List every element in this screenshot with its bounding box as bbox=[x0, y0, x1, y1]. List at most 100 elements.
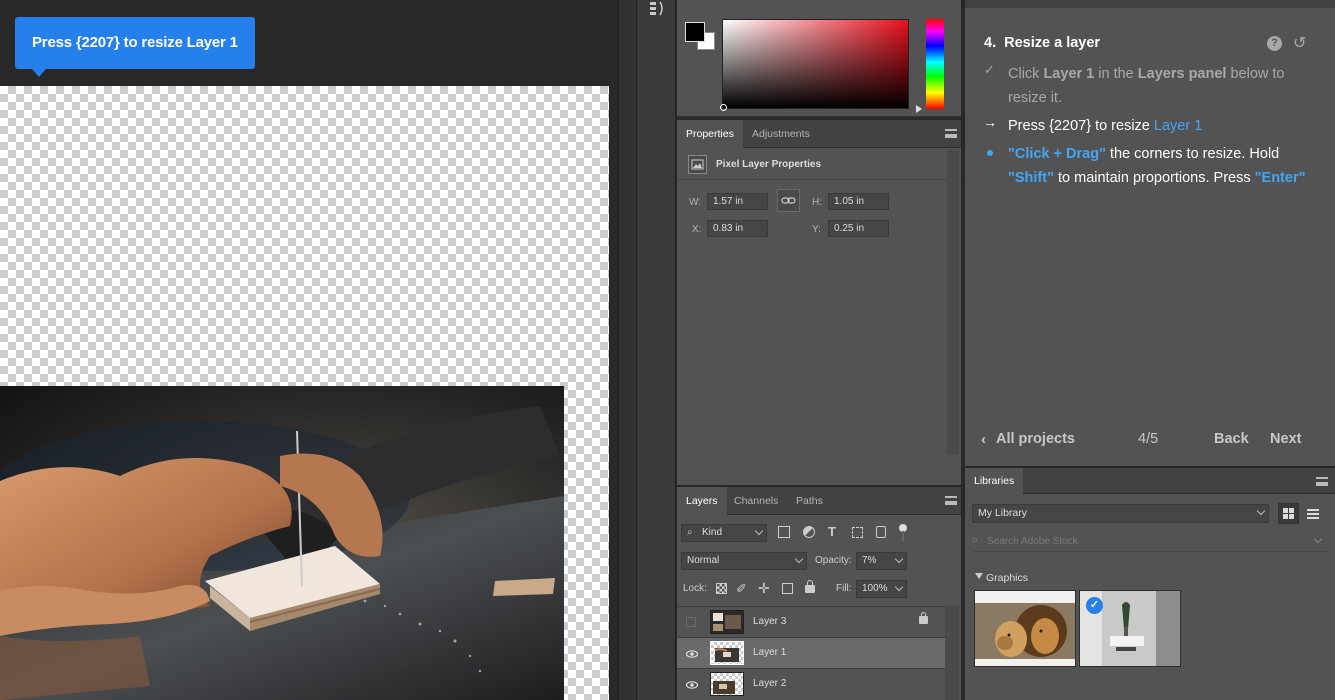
layer-1-thumbnail bbox=[710, 641, 744, 665]
layer-2-thumbnail bbox=[710, 672, 744, 696]
opacity-input[interactable]: 7% bbox=[856, 552, 907, 570]
link-icon bbox=[781, 197, 796, 204]
list-view-button[interactable] bbox=[1304, 505, 1322, 528]
lock-position-icon[interactable]: ✛ bbox=[758, 580, 770, 597]
panel-menu-icon[interactable] bbox=[945, 129, 957, 138]
search-icon: ⌕ bbox=[687, 527, 693, 538]
chevron-down-icon bbox=[1256, 506, 1266, 516]
history-icon[interactable] bbox=[648, 0, 666, 18]
tab-channels[interactable]: Channels bbox=[725, 487, 787, 515]
layer-filter-kind-select[interactable]: ⌕ Kind bbox=[681, 524, 767, 542]
chevron-down-icon bbox=[894, 554, 904, 564]
link-proportions-button[interactable] bbox=[777, 189, 800, 212]
stock-search-placeholder: Search Adobe Stock bbox=[987, 536, 1078, 547]
graphic-thumbnail-lions[interactable] bbox=[974, 590, 1076, 667]
width-label: W: bbox=[689, 197, 702, 208]
tutorial-tooltip: Press {2207} to resize Layer 1 bbox=[15, 17, 255, 69]
x-input[interactable]: 0.83 in bbox=[707, 220, 768, 237]
tab-adjustments[interactable]: Adjustments bbox=[743, 120, 819, 148]
layer-2-name[interactable]: Layer 2 bbox=[753, 678, 786, 689]
step-progress: 4/5 bbox=[1138, 431, 1159, 447]
libraries-tabbar: Libraries bbox=[965, 468, 1335, 494]
checkmark-icon: ✓ bbox=[984, 62, 995, 77]
layer-1-photo[interactable] bbox=[0, 386, 564, 700]
all-projects-link[interactable]: All projects bbox=[996, 431, 1075, 447]
layer-row-layer-3[interactable]: Layer 3 bbox=[677, 606, 945, 637]
lock-all-shackle bbox=[807, 580, 813, 586]
grid-icon bbox=[1283, 508, 1294, 519]
layer-row-layer-1[interactable]: Layer 1 bbox=[677, 637, 945, 668]
chevron-down-icon bbox=[754, 526, 764, 536]
layers-scrollbar[interactable] bbox=[945, 606, 959, 700]
properties-tabbar: Properties Adjustments bbox=[677, 120, 961, 148]
tab-layers[interactable]: Layers bbox=[677, 487, 727, 515]
libraries-menu-icon[interactable] bbox=[1316, 477, 1328, 486]
library-select[interactable]: My Library bbox=[972, 504, 1269, 523]
eye-icon[interactable] bbox=[686, 679, 698, 691]
layer-3-name[interactable]: Layer 3 bbox=[753, 616, 786, 627]
tab-paths[interactable]: Paths bbox=[787, 487, 832, 515]
checkmark-icon[interactable]: ✓ bbox=[1086, 597, 1103, 614]
filter-adjustment-icon[interactable] bbox=[803, 526, 815, 538]
foreground-color-swatch[interactable] bbox=[685, 22, 705, 42]
grid-view-button[interactable] bbox=[1278, 503, 1299, 524]
canvas-vertical-scrollbar[interactable] bbox=[618, 0, 636, 700]
arrow-right-icon: → bbox=[983, 114, 997, 130]
lock-label: Lock: bbox=[683, 583, 707, 594]
layer-1-name[interactable]: Layer 1 bbox=[753, 647, 786, 658]
blend-mode-select[interactable]: Normal bbox=[681, 552, 807, 570]
step-instruction-3-line-2: "Shift" to maintain proportions. Press "… bbox=[1008, 170, 1306, 186]
layer-row-layer-2[interactable]: Layer 2 bbox=[677, 668, 945, 699]
color-field-marker[interactable] bbox=[720, 104, 727, 111]
color-picker-field[interactable] bbox=[722, 19, 909, 109]
color-field-right-marker bbox=[916, 105, 922, 113]
layer-3-thumbnail bbox=[710, 610, 744, 634]
graphics-section-title: Graphics bbox=[986, 572, 1029, 584]
properties-header-title: Pixel Layer Properties bbox=[716, 159, 822, 170]
lock-paint-icon[interactable]: ✐ bbox=[736, 581, 747, 597]
back-button[interactable]: Back bbox=[1214, 431, 1249, 447]
properties-panel: Properties Adjustments Pixel Layer Prope… bbox=[677, 120, 961, 485]
opacity-label: Opacity: bbox=[815, 555, 852, 566]
height-input[interactable]: 1.05 in bbox=[828, 193, 889, 210]
reset-icon[interactable]: ↺ bbox=[1293, 33, 1306, 53]
lock-artboard-icon[interactable] bbox=[782, 583, 793, 594]
filter-smart-object-icon[interactable] bbox=[876, 526, 886, 538]
chevron-down-icon bbox=[1313, 534, 1323, 544]
tab-properties[interactable]: Properties bbox=[677, 120, 743, 148]
next-button[interactable]: Next bbox=[1270, 431, 1301, 447]
help-icon[interactable]: ? bbox=[1267, 36, 1282, 51]
eye-icon[interactable] bbox=[686, 648, 698, 660]
properties-scrollbar[interactable] bbox=[947, 150, 959, 455]
layers-menu-icon[interactable] bbox=[945, 496, 957, 505]
width-input[interactable]: 1.57 in bbox=[707, 193, 768, 210]
list-icon bbox=[1307, 509, 1319, 519]
hue-slider[interactable] bbox=[926, 19, 944, 109]
visibility-toggle-off[interactable] bbox=[686, 617, 696, 627]
chevron-down-icon bbox=[794, 554, 804, 564]
step-instruction-1: Click Layer 1 in the Layers panel below … bbox=[1008, 66, 1285, 82]
chevron-left-icon[interactable]: ‹ bbox=[981, 431, 986, 448]
lock-all-icon[interactable] bbox=[805, 585, 815, 593]
filter-type-icon[interactable]: T bbox=[828, 524, 836, 539]
y-input[interactable]: 0.25 in bbox=[828, 220, 889, 237]
fill-label: Fill: bbox=[836, 583, 852, 594]
step-instruction-2: Press {2207} to resize Layer 1 bbox=[1008, 118, 1203, 134]
lock-transparent-icon[interactable] bbox=[716, 583, 727, 594]
filter-pixel-icon[interactable] bbox=[778, 526, 790, 538]
filter-toggle-track bbox=[902, 531, 904, 541]
tab-libraries[interactable]: Libraries bbox=[965, 468, 1024, 494]
chevron-down-icon bbox=[894, 582, 904, 592]
library-name: My Library bbox=[978, 507, 1028, 519]
collapsed-panel-strip bbox=[636, 0, 676, 700]
filter-kind-label: Kind bbox=[702, 527, 723, 538]
stock-search-field[interactable]: ⌕ Search Adobe Stock bbox=[972, 532, 1327, 552]
section-collapse-icon[interactable] bbox=[975, 573, 983, 579]
fill-input[interactable]: 100% bbox=[856, 580, 907, 598]
filter-shape-icon[interactable] bbox=[852, 527, 863, 538]
layers-tabbar: Layers Channels Paths bbox=[677, 487, 961, 515]
pixel-layer-icon bbox=[688, 155, 707, 174]
properties-header: Pixel Layer Properties bbox=[677, 149, 961, 180]
step-title: 4. Resize a layer bbox=[984, 35, 1101, 51]
x-label: X: bbox=[692, 224, 702, 235]
